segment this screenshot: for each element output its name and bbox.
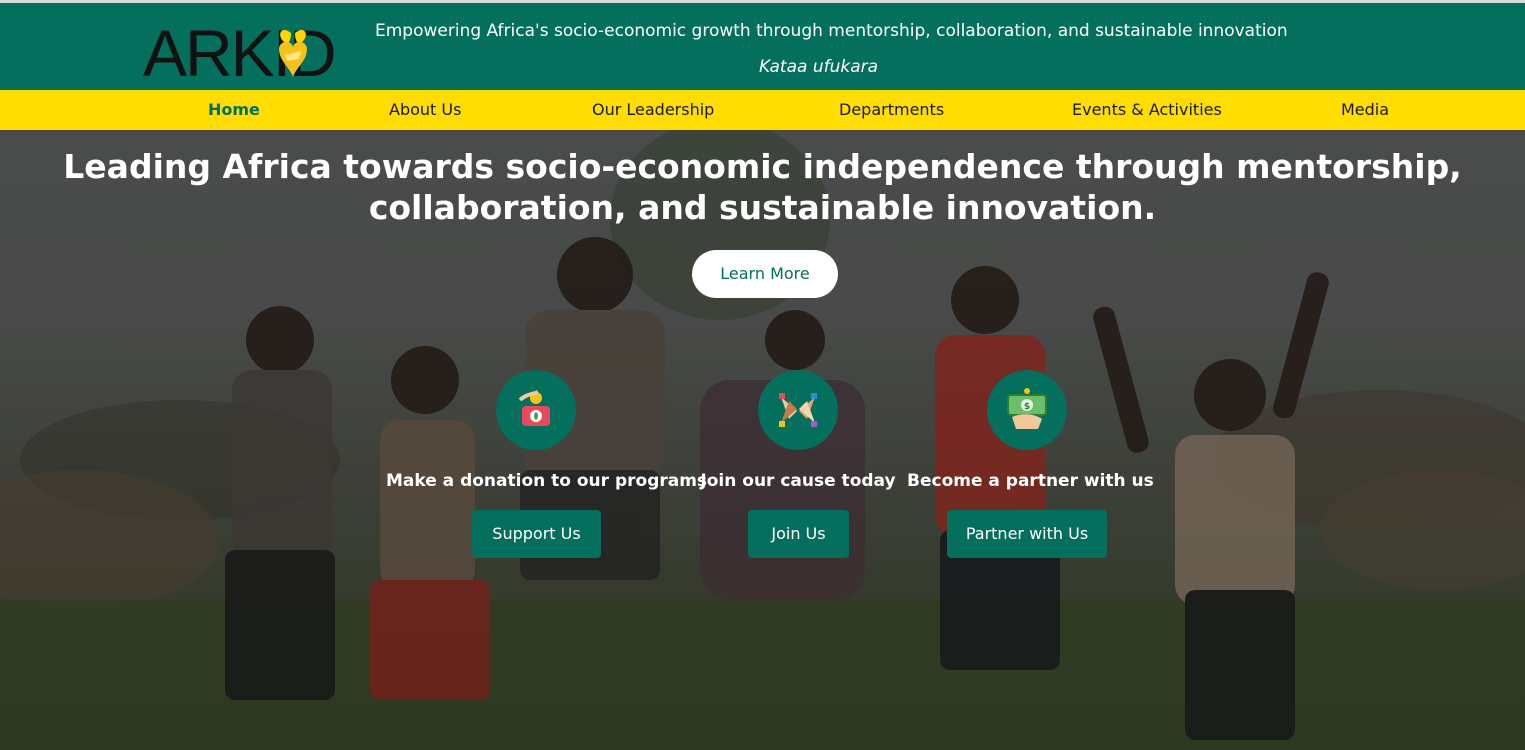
hero-title-line-1: Leading Africa towards socio-economic in… xyxy=(63,147,1462,186)
nav-media[interactable]: Media xyxy=(1341,100,1389,119)
hero-title: Leading Africa towards socio-economic in… xyxy=(0,146,1525,228)
svg-text:$: $ xyxy=(1024,402,1030,412)
nav-departments[interactable]: Departments xyxy=(839,100,944,119)
learn-more-button[interactable]: Learn More xyxy=(692,250,838,298)
donation-icon xyxy=(496,370,576,450)
join-us-button[interactable]: Join Us xyxy=(748,510,849,558)
header-motto: Kataa ufukara xyxy=(758,57,879,77)
partner-with-us-button[interactable]: Partner with Us xyxy=(947,510,1107,558)
nav-about-us[interactable]: About Us xyxy=(389,100,461,119)
join-cause-text: Join our cause today xyxy=(700,471,896,491)
support-us-button[interactable]: Support Us xyxy=(472,510,601,558)
main-nav: Home About Us Our Leadership Departments… xyxy=(0,90,1525,130)
nav-our-leadership[interactable]: Our Leadership xyxy=(592,100,714,119)
site-header: ARKID Empowering Africa's socio-economic… xyxy=(0,0,1525,90)
header-tagline: Empowering Africa's socio-economic growt… xyxy=(375,21,1288,41)
page: ARKID Empowering Africa's socio-economic… xyxy=(0,0,1525,750)
hero-section: Leading Africa towards socio-economic in… xyxy=(0,130,1525,750)
hero-title-line-2: collaboration, and sustainable innovatio… xyxy=(368,188,1157,227)
money-hand-icon: $ xyxy=(987,370,1067,450)
joined-hands-icon xyxy=(758,370,838,450)
nav-home[interactable]: Home xyxy=(208,100,260,119)
partner-text: Become a partner with us xyxy=(907,471,1154,491)
nav-events-activities[interactable]: Events & Activities xyxy=(1072,100,1222,119)
donation-text: Make a donation to our programs xyxy=(386,471,708,491)
